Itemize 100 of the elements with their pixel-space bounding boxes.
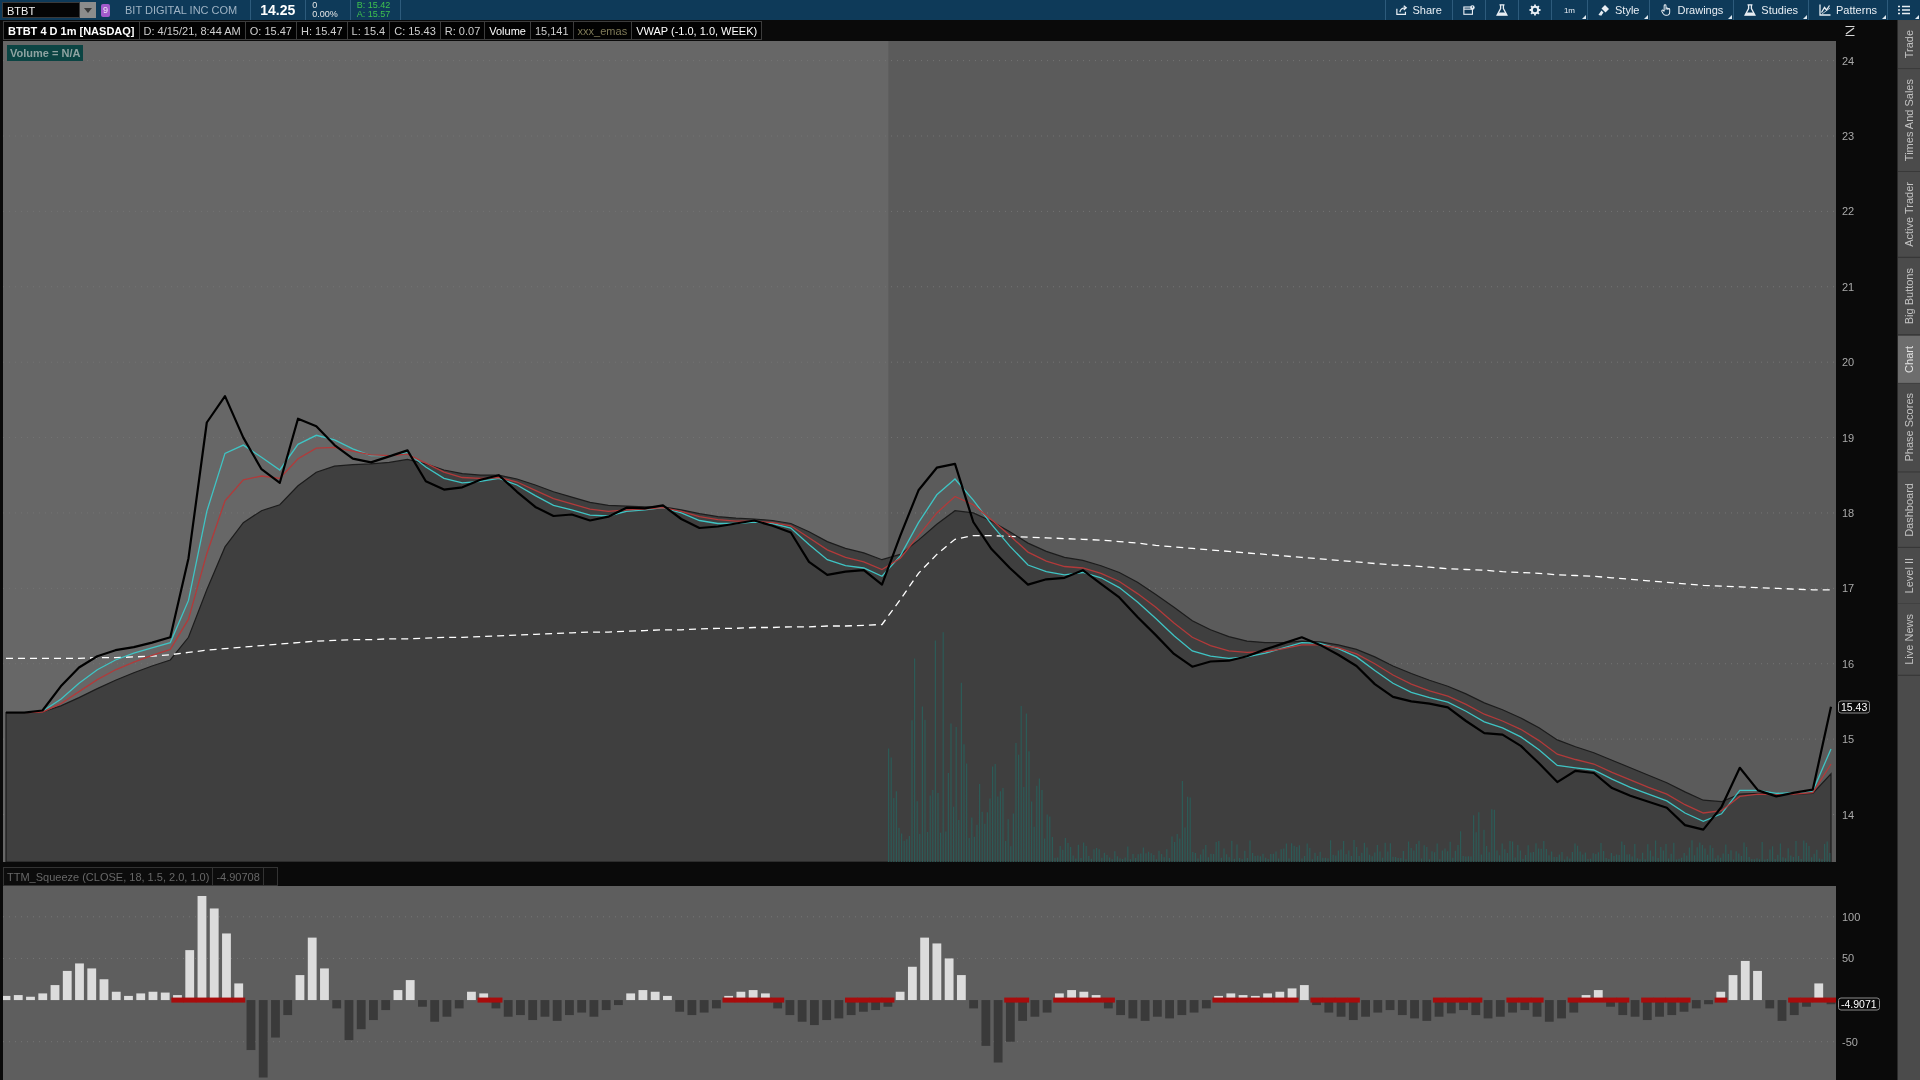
quote-value: R: 0.07 xyxy=(440,21,486,40)
last-price: 14.25 xyxy=(259,2,297,18)
bar xyxy=(638,990,648,1001)
bar xyxy=(1397,1000,1407,1016)
net-change: 0 xyxy=(312,1,319,10)
scale-icon[interactable] xyxy=(1845,25,1855,36)
patterns-button[interactable]: Patterns xyxy=(1808,0,1887,20)
bar xyxy=(99,979,109,1001)
style-button[interactable]: Style xyxy=(1587,0,1650,20)
share-icon xyxy=(1395,4,1408,16)
axis-label: 24 xyxy=(1842,54,1855,67)
bar xyxy=(356,1000,366,1030)
bar xyxy=(589,1000,599,1017)
bar xyxy=(369,1000,378,1021)
bar xyxy=(650,991,660,1001)
bar xyxy=(1165,1000,1174,1019)
bar xyxy=(1201,1000,1211,1009)
bar xyxy=(687,1000,697,1016)
bar xyxy=(1005,1000,1015,1042)
study-name: xxx_emas xyxy=(573,21,633,40)
bar xyxy=(956,975,966,1001)
company-name: BIT DIGITAL INC COM xyxy=(125,4,239,16)
brush-icon xyxy=(1598,4,1610,16)
side-tab[interactable]: Active Trader xyxy=(1898,172,1920,259)
settings-icon xyxy=(1528,4,1541,16)
axis-label: 14 xyxy=(1842,808,1855,821)
bar xyxy=(1777,1000,1787,1021)
bar xyxy=(381,1000,391,1011)
bar xyxy=(907,966,917,1001)
studies-button[interactable]: Studies xyxy=(1733,0,1809,20)
pattern-chart-icon xyxy=(1819,4,1832,16)
ask-price: A: 15.57 xyxy=(356,10,391,19)
bar xyxy=(111,991,121,1001)
axis-label: 19 xyxy=(1842,431,1855,444)
bar xyxy=(136,993,146,1001)
axis-label: 100 xyxy=(1842,910,1861,923)
bar xyxy=(222,933,231,1001)
menu-icon xyxy=(1898,4,1910,16)
bar xyxy=(1140,1000,1150,1021)
quote-value: O: 15.47 xyxy=(245,21,297,40)
bar xyxy=(969,1000,979,1009)
bar xyxy=(785,1000,795,1016)
bar xyxy=(822,1000,832,1021)
side-tab[interactable]: Chart xyxy=(1898,335,1920,384)
bar xyxy=(283,1000,293,1016)
hand-pointer-icon xyxy=(1660,4,1673,16)
volume-label: Volume = N/A xyxy=(7,45,84,61)
bar xyxy=(50,985,60,1001)
quote-value: C: 15.43 xyxy=(390,21,441,40)
interval-button[interactable]: 1m xyxy=(1550,0,1587,20)
bar xyxy=(467,991,476,1001)
side-tab[interactable]: Live News xyxy=(1898,604,1920,676)
bar xyxy=(430,1000,440,1022)
bar xyxy=(932,943,942,1001)
side-tab[interactable]: Times And Sales xyxy=(1898,69,1920,173)
study-value: -4.90708 xyxy=(213,867,264,886)
axis-label: 17 xyxy=(1842,582,1855,595)
axis-label: 21 xyxy=(1842,280,1855,293)
bar xyxy=(1177,1000,1187,1016)
bar xyxy=(1152,1000,1162,1017)
bar xyxy=(528,1000,538,1021)
study-name: TTM_Squeeze (CLOSE, 18, 1.5, 2.0, 1.0) xyxy=(3,867,214,886)
drawings-button[interactable]: Drawings xyxy=(1649,0,1734,20)
study-name: VWAP (-1.0, 1.0, WEEK) xyxy=(632,21,763,40)
bar xyxy=(1630,1000,1640,1017)
bar xyxy=(1373,1000,1383,1013)
bar xyxy=(834,1000,844,1019)
bar xyxy=(711,1000,721,1009)
bar xyxy=(1385,1000,1395,1011)
bar xyxy=(895,991,905,1001)
axis-label: -50 xyxy=(1842,1035,1858,1048)
symbol-field[interactable]: BTBT xyxy=(2,2,80,18)
bar xyxy=(601,1000,611,1011)
bar xyxy=(38,993,48,1001)
axis-label: 23 xyxy=(1842,130,1855,142)
quote-value: H: 15.47 xyxy=(296,21,348,40)
menu-button[interactable] xyxy=(1887,0,1920,20)
bar xyxy=(675,1000,685,1012)
side-tab[interactable]: Phase Scores xyxy=(1898,383,1920,473)
bar xyxy=(344,1000,354,1041)
bar xyxy=(1361,1000,1370,1017)
bar xyxy=(1728,975,1738,1001)
bar xyxy=(26,996,35,1001)
bar xyxy=(271,1000,280,1038)
bar xyxy=(13,995,23,1001)
bar xyxy=(1753,970,1762,1001)
bar xyxy=(1189,1000,1199,1013)
link-badge[interactable]: 9 xyxy=(101,3,110,17)
bar xyxy=(418,1000,427,1007)
bar xyxy=(552,1000,562,1021)
bar xyxy=(1128,1000,1138,1019)
bar xyxy=(3,995,11,1001)
percent-change: 0.00% xyxy=(312,10,338,19)
bar xyxy=(577,1000,587,1013)
flask-icon xyxy=(1495,4,1508,16)
bar xyxy=(124,995,133,1001)
quote-value: L: 15.4 xyxy=(347,21,391,40)
bar xyxy=(405,980,415,1001)
bar xyxy=(1765,1000,1775,1009)
symbol-dropdown-button[interactable] xyxy=(80,2,96,18)
